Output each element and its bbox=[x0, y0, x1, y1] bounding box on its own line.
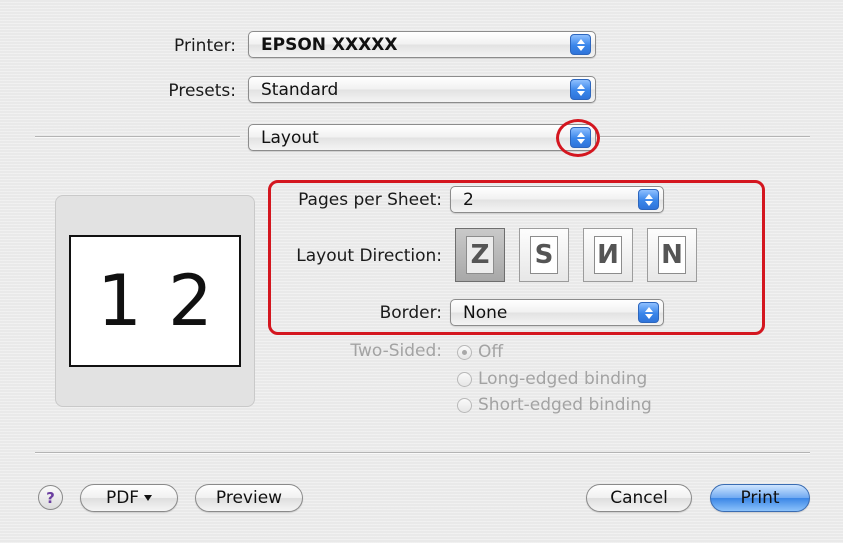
presets-value: Standard bbox=[261, 80, 339, 100]
pdf-label: PDF bbox=[105, 488, 140, 508]
radio-icon bbox=[457, 397, 472, 413]
z-order-icon[interactable]: Z bbox=[455, 228, 505, 282]
border-value: None bbox=[463, 303, 508, 323]
help-button[interactable]: ? bbox=[38, 485, 63, 510]
popup-arrows-icon bbox=[638, 189, 659, 210]
pages-per-sheet-value: 2 bbox=[463, 190, 474, 210]
reverse-z-order-icon[interactable]: S bbox=[519, 228, 569, 282]
footer-separator bbox=[35, 452, 810, 453]
radio-label: Long-edged binding bbox=[478, 369, 648, 389]
direction-glyph: S bbox=[534, 240, 554, 270]
printer-label: Printer: bbox=[174, 36, 236, 56]
direction-glyph: Z bbox=[470, 240, 490, 270]
pdf-menu-button[interactable]: PDF bbox=[80, 484, 178, 512]
presets-popup[interactable]: Standard bbox=[248, 76, 596, 103]
preview-label: Preview bbox=[215, 488, 283, 508]
two-sided-short-edge-radio[interactable]: Short-edged binding bbox=[457, 395, 652, 415]
radio-label: Off bbox=[478, 342, 504, 362]
n-order-icon[interactable]: И bbox=[583, 228, 633, 282]
reverse-n-order-icon[interactable]: N bbox=[647, 228, 697, 282]
separator-left bbox=[35, 136, 240, 137]
two-sided-off-radio[interactable]: Off bbox=[457, 342, 503, 362]
border-popup[interactable]: None bbox=[450, 299, 664, 326]
preview-page-number: 2 bbox=[168, 260, 213, 342]
chevron-down-icon bbox=[144, 495, 153, 501]
highlight-circle bbox=[556, 119, 600, 157]
print-button[interactable]: Print bbox=[710, 484, 810, 512]
separator-right bbox=[600, 136, 810, 137]
radio-selected-icon bbox=[457, 344, 472, 360]
layout-direction-label: Layout Direction: bbox=[296, 246, 442, 266]
panel-popup[interactable]: Layout bbox=[248, 124, 596, 151]
pages-per-sheet-popup[interactable]: 2 bbox=[450, 186, 664, 213]
preview-button[interactable]: Preview bbox=[195, 484, 303, 512]
printer-popup[interactable]: EPSON XXXXX bbox=[248, 31, 596, 58]
popup-arrows-icon bbox=[570, 34, 591, 55]
layout-preview-sheet: 1 2 bbox=[69, 235, 241, 367]
radio-label: Short-edged binding bbox=[478, 395, 652, 415]
cancel-button[interactable]: Cancel bbox=[586, 484, 692, 512]
direction-glyph: N bbox=[661, 240, 683, 270]
radio-icon bbox=[457, 371, 472, 387]
two-sided-long-edge-radio[interactable]: Long-edged binding bbox=[457, 369, 647, 389]
presets-label: Presets: bbox=[168, 81, 236, 101]
panel-value: Layout bbox=[261, 128, 319, 148]
border-label: Border: bbox=[379, 303, 442, 323]
printer-value: EPSON XXXXX bbox=[261, 35, 398, 55]
pages-per-sheet-label: Pages per Sheet: bbox=[298, 190, 442, 210]
print-label: Print bbox=[740, 488, 780, 508]
popup-arrows-icon bbox=[570, 79, 591, 100]
direction-glyph: И bbox=[597, 240, 619, 270]
cancel-label: Cancel bbox=[610, 488, 668, 508]
preview-page-number: 1 bbox=[97, 260, 142, 342]
two-sided-label: Two-Sided: bbox=[350, 341, 442, 361]
help-icon: ? bbox=[46, 488, 55, 507]
popup-arrows-icon bbox=[638, 302, 659, 323]
